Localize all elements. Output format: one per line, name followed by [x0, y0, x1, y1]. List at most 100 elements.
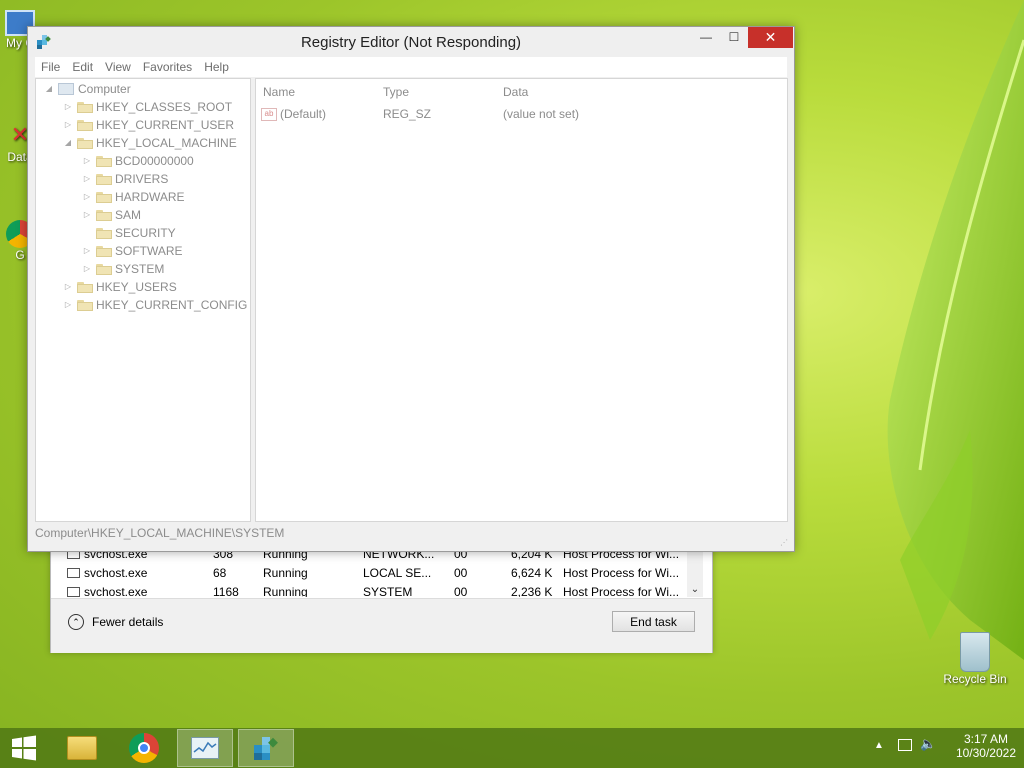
process-name: svchost.exe	[84, 585, 148, 597]
tree-item-computer[interactable]: ◢ Computer	[44, 80, 131, 98]
volume-icon[interactable]: 🔈	[920, 736, 936, 752]
tree-item-label: SECURITY	[115, 226, 176, 240]
clock[interactable]: 3:17 AM 10/30/2022	[956, 732, 1016, 760]
fewer-details-button[interactable]: ⌃ Fewer details	[68, 611, 163, 633]
table-row[interactable]: svchost.exe 68 Running LOCAL SE... 00 6,…	[61, 564, 705, 583]
desktop-icon-recycle-bin[interactable]: Recycle Bin	[938, 632, 1012, 686]
taskbar-file-explorer[interactable]	[54, 729, 110, 767]
menu-file[interactable]: File	[35, 57, 66, 77]
tree-item-software[interactable]: ▷ SOFTWARE	[82, 242, 183, 260]
menu-view[interactable]: View	[99, 57, 137, 77]
tree-item-hkey-users[interactable]: ▷ HKEY_USERS	[63, 278, 177, 296]
tree-item-label: SAM	[115, 208, 142, 222]
chrome-icon	[129, 733, 159, 763]
tree-item-hkey-current-user[interactable]: ▷ HKEY_CURRENT_USER	[63, 116, 234, 134]
desktop-icon-label: Recycle Bin	[943, 672, 1007, 686]
values-pane: Name Type Data ab (Default) REG_SZ (value…	[255, 78, 788, 522]
process-name: svchost.exe	[84, 566, 148, 580]
start-button[interactable]	[0, 729, 48, 767]
taskbar-chrome[interactable]	[116, 729, 172, 767]
folder-icon	[77, 119, 93, 131]
process-pid: 1168	[213, 585, 239, 597]
tree-item-label: BCD00000000	[115, 154, 194, 168]
column-header-type[interactable]: Type	[383, 85, 409, 99]
tree-item-hkey-current-config[interactable]: ▷ HKEY_CURRENT_CONFIG	[63, 296, 247, 314]
tree-item-hkey-classes-root[interactable]: ▷ HKEY_CLASSES_ROOT	[63, 98, 232, 116]
fewer-details-label: Fewer details	[92, 615, 164, 629]
tree-item-hardware[interactable]: ▷ HARDWARE	[82, 188, 185, 206]
column-header-name[interactable]: Name	[263, 85, 295, 99]
tree-item-bcd00000000[interactable]: ▷ BCD00000000	[82, 152, 194, 170]
maximize-button[interactable]: ☐	[720, 27, 748, 48]
process-description: Host Process for Wi...	[563, 566, 680, 580]
scroll-down-icon[interactable]: ⌄	[687, 584, 703, 595]
registry-editor-window: Registry Editor (Not Responding) — ☐ ✕ F…	[27, 26, 795, 552]
process-memory: 6,624 K	[511, 566, 553, 580]
tree-item-hkey-local-machine[interactable]: ◢ HKEY_LOCAL_MACHINE	[63, 134, 237, 152]
process-user: LOCAL SE...	[363, 566, 432, 580]
taskbar-registry-editor[interactable]	[238, 729, 294, 767]
show-hidden-icons-button[interactable]: ▲	[874, 740, 884, 751]
tree-item-label: SOFTWARE	[115, 244, 183, 258]
clock-time: 3:17 AM	[963, 732, 1008, 746]
process-description: Host Process for Wi...	[563, 585, 680, 597]
registry-editor-icon	[254, 737, 278, 760]
status-bar: Computer\HKEY_LOCAL_MACHINE\SYSTEM	[35, 526, 285, 540]
taskbar-task-manager[interactable]	[177, 729, 233, 767]
folder-icon	[96, 263, 112, 275]
tree-item-drivers[interactable]: ▷ DRIVERS	[82, 170, 168, 188]
table-row[interactable]: svchost.exe 1168 Running SYSTEM 00 2,236…	[61, 583, 705, 597]
tree-item-label: HKEY_CURRENT_USER	[96, 118, 235, 132]
folder-icon	[96, 173, 112, 185]
folder-icon	[77, 281, 93, 293]
tree-item-system[interactable]: ▷ SYSTEM	[82, 260, 164, 278]
title-bar[interactable]: Registry Editor (Not Responding) — ☐ ✕	[28, 27, 794, 57]
process-pid: 68	[213, 566, 227, 580]
folder-icon	[77, 101, 93, 113]
expand-icon[interactable]: ▷	[82, 188, 92, 206]
expand-icon[interactable]: ▷	[82, 152, 92, 170]
value-data: (value not set)	[503, 107, 580, 121]
tree-item-label: HKEY_CLASSES_ROOT	[96, 100, 233, 114]
window-title: Registry Editor (Not Responding)	[300, 34, 522, 51]
column-header-data[interactable]: Data	[503, 85, 528, 99]
tree-item-label: HKEY_CURRENT_CONFIG	[96, 298, 248, 312]
tree-item-security[interactable]: SECURITY	[82, 224, 176, 242]
task-manager-window: svchost.exe 308 Running NETWORK... 00 6,…	[50, 540, 713, 653]
expand-icon[interactable]: ▷	[82, 206, 92, 224]
end-task-button[interactable]: End task	[612, 611, 695, 632]
expand-icon[interactable]: ▷	[63, 98, 73, 116]
expand-icon[interactable]: ▷	[63, 116, 73, 134]
folder-icon	[96, 155, 112, 167]
process-list-scrollbar[interactable]: ⌄	[687, 545, 703, 597]
menu-favorites[interactable]: Favorites	[137, 57, 198, 77]
expand-icon[interactable]: ▷	[63, 278, 73, 296]
expand-icon[interactable]: ▷	[82, 170, 92, 188]
tree-item-label: DRIVERS	[115, 172, 169, 186]
process-cpu: 00	[454, 566, 468, 580]
file-explorer-icon	[67, 736, 97, 760]
expand-icon[interactable]: ▷	[63, 296, 73, 314]
minimize-button[interactable]: —	[692, 27, 720, 48]
process-status: Running	[263, 566, 308, 580]
process-cpu: 00	[454, 585, 468, 597]
resize-grip-icon[interactable]: ⋰	[780, 538, 790, 548]
value-name-cell: ab (Default)	[261, 107, 326, 122]
collapse-icon[interactable]: ◢	[44, 80, 54, 98]
folder-icon	[77, 137, 93, 149]
start-icon	[12, 735, 36, 761]
chevron-up-icon: ⌃	[68, 614, 84, 630]
network-icon[interactable]	[898, 739, 912, 751]
tree-item-sam[interactable]: ▷ SAM	[82, 206, 141, 224]
expand-icon[interactable]: ▷	[82, 242, 92, 260]
process-list: svchost.exe 308 Running NETWORK... 00 6,…	[61, 545, 705, 597]
collapse-icon[interactable]: ◢	[63, 134, 73, 152]
close-button[interactable]: ✕	[748, 27, 793, 48]
menu-edit[interactable]: Edit	[66, 57, 99, 77]
task-manager-footer: ⌃ Fewer details End task	[51, 598, 712, 653]
taskbar: ▲ 🔈 3:17 AM 10/30/2022	[0, 728, 1024, 768]
wallpaper-leaf	[887, 0, 1024, 660]
menu-help[interactable]: Help	[198, 57, 235, 77]
folder-icon	[77, 299, 93, 311]
expand-icon[interactable]: ▷	[82, 260, 92, 278]
